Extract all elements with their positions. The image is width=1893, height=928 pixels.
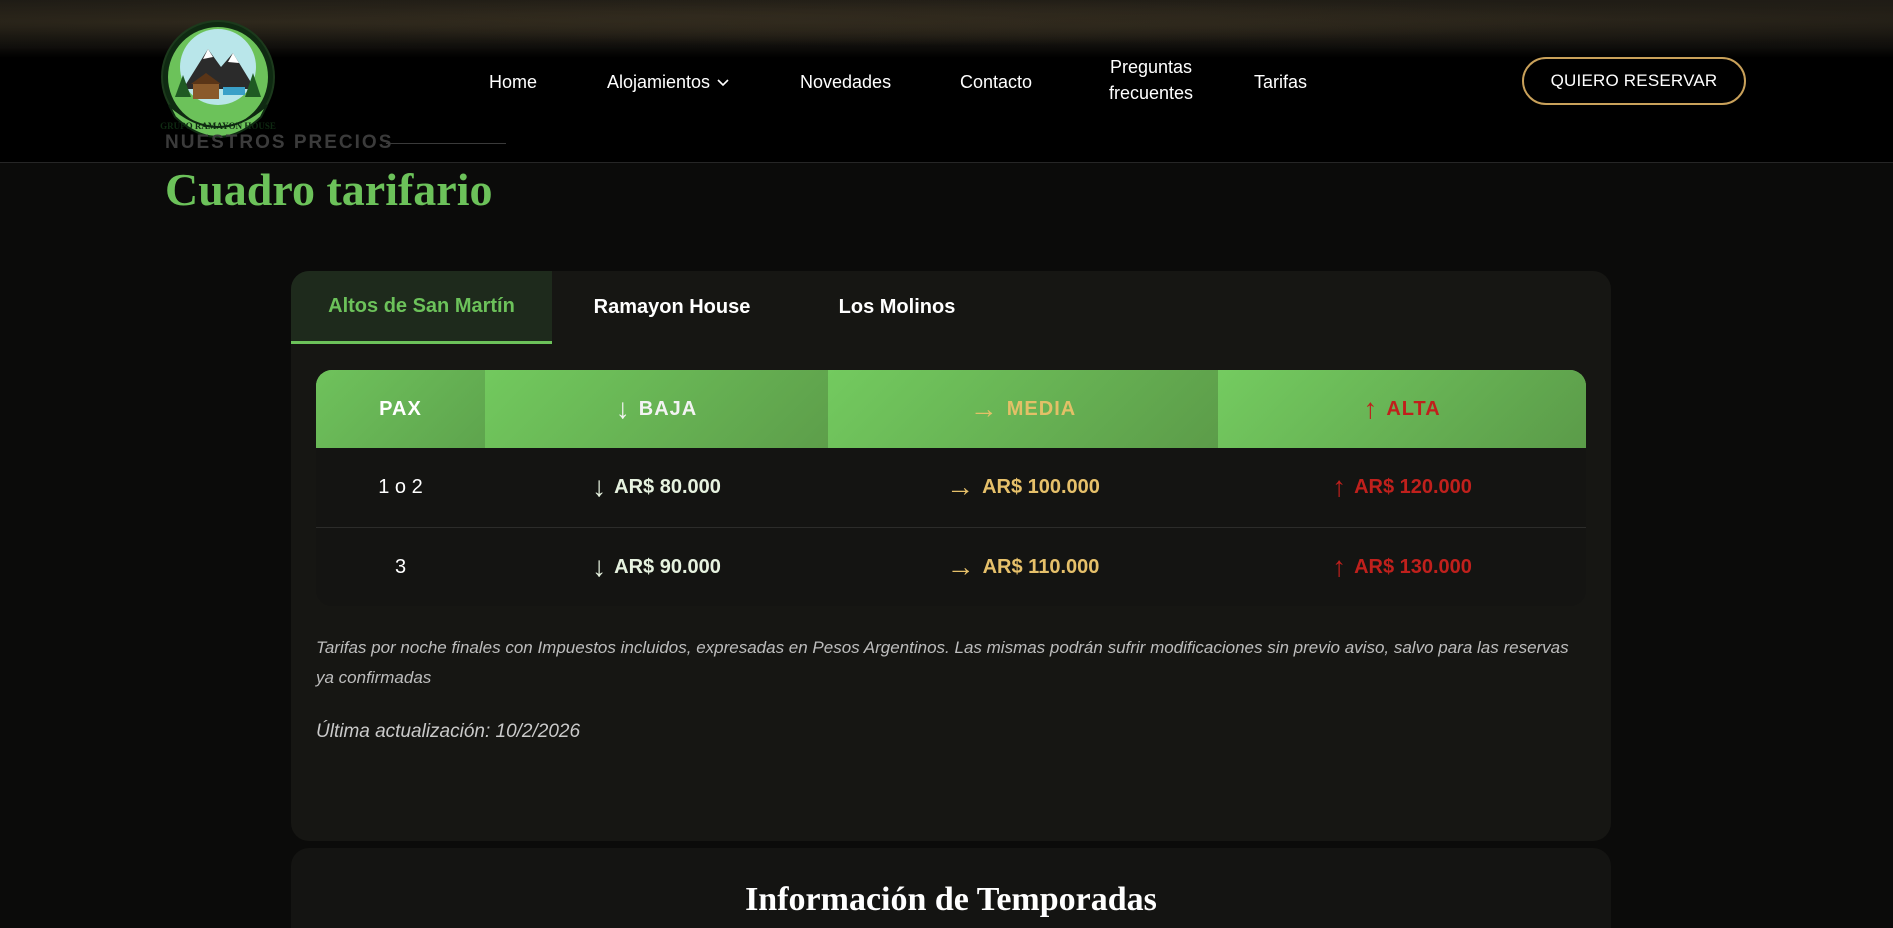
tarifas-card: Altos de San Martín Ramayon House Los Mo… — [291, 271, 1611, 841]
table-row: 3 ↓ AR$ 90.000 → AR$ 110.000 ↑ AR$ 130.0… — [316, 528, 1586, 606]
cell-baja-value: AR$ 80.000 — [614, 475, 721, 498]
cell-pax: 1 o 2 — [378, 475, 423, 498]
last-updated: Última actualización: 10/2/2026 — [316, 721, 581, 742]
reserve-button[interactable]: QUIERO RESERVAR — [1522, 57, 1746, 105]
column-header-pax: PAX — [316, 370, 485, 448]
cell-pax: 3 — [394, 555, 407, 578]
cell-media: → AR$ 100.000 — [828, 448, 1218, 526]
rates-note: Tarifas por noche finales con Impuestos … — [316, 638, 1569, 687]
nav-preguntas-line2: frecuentes — [1108, 83, 1194, 103]
nav-alojamientos[interactable]: Alojamientos — [607, 69, 730, 95]
column-header-alta: ↑ ALTA — [1218, 370, 1586, 448]
column-header-alta-label: ALTA — [1386, 397, 1441, 420]
cell-media: → AR$ 110.000 — [828, 528, 1218, 606]
logo-text: GRUPO RAMAYON HOUSE — [160, 121, 276, 131]
tab-ramayon-house[interactable]: Ramayon House — [552, 271, 792, 344]
tab-altos-de-san-martin[interactable]: Altos de San Martín — [291, 271, 552, 344]
seasons-card: Información de Temporadas — [291, 848, 1611, 928]
page-title: Cuadro tarifario — [165, 164, 493, 215]
cell-alta-value: AR$ 130.000 — [1354, 555, 1472, 578]
rates-table: PAX ↓ BAJA → MEDIA ↑ ALTA 1 o 2 ↓ AR$ 80… — [316, 370, 1586, 606]
nav-novedades[interactable]: Novedades — [800, 69, 891, 95]
cell-alta-value: AR$ 120.000 — [1354, 475, 1472, 498]
nav-alojamientos-label: Alojamientos — [607, 72, 711, 92]
page: Cuadro tarifario GRUPO RAMAYON HOUSE Hom… — [0, 0, 1893, 928]
nav-contacto[interactable]: Contacto — [960, 69, 1032, 95]
section-eyebrow: NUESTROS PRECIOS — [165, 132, 394, 153]
cell-alta: ↑ AR$ 130.000 — [1218, 528, 1586, 606]
cell-media-value: AR$ 110.000 — [982, 555, 1100, 578]
table-header: PAX ↓ BAJA → MEDIA ↑ ALTA — [316, 370, 1586, 448]
cell-baja: ↓ AR$ 90.000 — [485, 528, 828, 606]
cell-baja: ↓ AR$ 80.000 — [485, 448, 828, 526]
header-background-texture — [0, 0, 1893, 55]
arrow-down-icon: ↓ — [615, 393, 631, 424]
nav-tarifas[interactable]: Tarifas — [1254, 69, 1307, 95]
arrow-down-icon: ↓ — [592, 471, 607, 502]
cell-media-value: AR$ 100.000 — [982, 475, 1100, 498]
column-header-baja-label: BAJA — [638, 397, 698, 420]
arrow-up-icon: ↑ — [1332, 471, 1347, 502]
seasons-title: Información de Temporadas — [745, 881, 1157, 918]
property-tabs: Altos de San Martín Ramayon House Los Mo… — [291, 271, 1611, 344]
column-header-media-label: MEDIA — [1006, 397, 1077, 420]
nav-home[interactable]: Home — [489, 69, 537, 95]
arrow-right-icon: → — [969, 393, 999, 424]
column-header-media: → MEDIA — [828, 370, 1218, 448]
tab-los-molinos[interactable]: Los Molinos — [792, 271, 1002, 344]
arrow-up-icon: ↑ — [1332, 551, 1347, 582]
arrow-up-icon: ↑ — [1363, 393, 1379, 424]
arrow-right-icon: → — [946, 551, 975, 582]
column-header-baja: ↓ BAJA — [485, 370, 828, 448]
cell-alta: ↑ AR$ 120.000 — [1218, 448, 1586, 526]
nav-preguntas-frecuentes[interactable]: Preguntas frecuentes — [1101, 54, 1201, 106]
eyebrow-divider — [386, 143, 506, 144]
arrow-right-icon: → — [946, 471, 975, 502]
chevron-down-icon — [717, 79, 729, 87]
ramayon-logo[interactable]: GRUPO RAMAYON HOUSE — [153, 17, 283, 147]
nav-preguntas-line1: Preguntas — [1109, 57, 1193, 77]
table-row: 1 o 2 ↓ AR$ 80.000 → AR$ 100.000 ↑ AR$ 1… — [316, 448, 1586, 528]
cell-baja-value: AR$ 90.000 — [614, 555, 721, 578]
arrow-down-icon: ↓ — [592, 551, 607, 582]
